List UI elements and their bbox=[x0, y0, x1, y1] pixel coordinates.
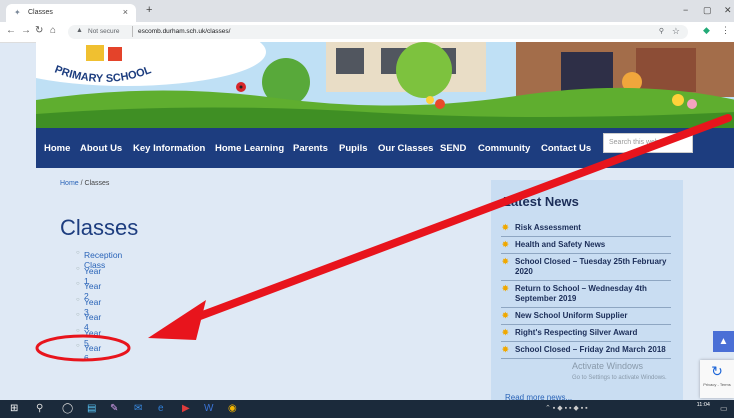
store-icon[interactable]: ▤ bbox=[87, 402, 96, 416]
news-item[interactable]: ✸ Return to School – Wednesday 4th Septem… bbox=[501, 281, 671, 308]
back-icon[interactable]: ← bbox=[6, 25, 16, 36]
word-icon[interactable]: W bbox=[204, 402, 213, 416]
browser-toolbar: ← → ↻ ⌂ ▲ Not secure escomb.durham.sch.u… bbox=[0, 22, 734, 43]
activate-windows-watermark: Activate Windows Go to Settings to activ… bbox=[572, 360, 667, 384]
news-item[interactable]: ✸ Health and Safety News bbox=[501, 237, 671, 254]
tab-close-icon[interactable]: × bbox=[123, 7, 128, 17]
sun-bullet-icon: ✸ bbox=[502, 240, 509, 249]
nav-pupils[interactable]: Pupils bbox=[339, 143, 368, 154]
forward-icon[interactable]: → bbox=[21, 25, 31, 36]
tab-title: Classes bbox=[28, 9, 53, 16]
nav-our-classes[interactable]: Our Classes bbox=[378, 143, 433, 154]
new-tab-button[interactable]: + bbox=[146, 4, 152, 16]
browser-tab-bar: ✦ Classes × + − ▢ ✕ bbox=[0, 0, 734, 22]
site-navigation: Home About Us Key Information Home Learn… bbox=[36, 128, 734, 168]
nav-community[interactable]: Community bbox=[478, 143, 530, 154]
bullet-icon: ○ bbox=[76, 312, 80, 318]
site-search-input[interactable]: Search this website bbox=[603, 133, 693, 153]
latest-news-heading: Latest News bbox=[503, 194, 579, 209]
bullet-icon: ○ bbox=[76, 327, 80, 334]
sun-bullet-icon: ✸ bbox=[502, 284, 509, 293]
home-icon[interactable]: ⌂ bbox=[50, 25, 56, 36]
task-view-icon[interactable]: ◯ bbox=[62, 402, 73, 416]
breadcrumb-current: Classes bbox=[84, 180, 110, 187]
minimize-icon[interactable]: − bbox=[683, 5, 688, 15]
site-favicon-icon: ✦ bbox=[14, 8, 21, 17]
sun-bullet-icon: ✸ bbox=[502, 223, 509, 232]
breadcrumb-home-link[interactable]: Home bbox=[60, 180, 79, 187]
address-bar[interactable]: ▲ Not secure escomb.durham.sch.uk/classe… bbox=[68, 25, 688, 39]
media-icon[interactable]: ▶ bbox=[182, 402, 190, 416]
mail-icon[interactable]: ✉ bbox=[134, 402, 142, 416]
system-tray-icon[interactable]: ⌃ ▪ ◆ ▪ ▪ ◆ ▪ ▪ bbox=[545, 402, 588, 416]
bullet-icon: ○ bbox=[76, 265, 80, 272]
bullet-icon: ○ bbox=[76, 250, 80, 256]
recaptcha-badge[interactable]: ↻ Privacy - Terms bbox=[700, 360, 734, 398]
svg-text:PRIMARY SCHOOL: PRIMARY SCHOOL bbox=[53, 64, 153, 85]
nav-about-us[interactable]: About Us bbox=[80, 143, 122, 154]
news-item[interactable]: ✸ School Closed – Friday 2nd March 2018 bbox=[501, 342, 671, 359]
windows-taskbar: ⊞ ⚲ ◯ ▤ ✎ ✉ e ▶ W ◉ ⌃ ▪ ◆ ▪ ▪ ◆ ▪ ▪ 11:0… bbox=[0, 400, 734, 418]
sun-bullet-icon: ✸ bbox=[502, 257, 509, 266]
news-list: ✸ Risk Assessment ✸ Health and Safety News… bbox=[501, 220, 671, 359]
news-item[interactable]: ✸ School Closed – Tuesday 25th February 2… bbox=[501, 254, 671, 281]
school-header-banner: PRIMARY SCHOOL bbox=[36, 42, 734, 128]
app-icon[interactable]: ✎ bbox=[110, 402, 118, 416]
taskbar-clock[interactable]: 11:04 bbox=[697, 402, 710, 409]
news-item[interactable]: ✸ New School Uniform Supplier bbox=[501, 308, 671, 325]
notifications-icon[interactable]: ▭ bbox=[720, 402, 728, 416]
page-title: Classes bbox=[60, 215, 139, 240]
reload-icon[interactable]: ↻ bbox=[35, 25, 43, 36]
sun-bullet-icon: ✸ bbox=[502, 311, 509, 320]
maximize-icon[interactable]: ▢ bbox=[703, 5, 712, 16]
browser-tab[interactable]: ✦ Classes × bbox=[6, 4, 136, 22]
recaptcha-privacy-terms[interactable]: Privacy - Terms bbox=[700, 382, 734, 387]
breadcrumb: Home / Classes bbox=[60, 180, 109, 187]
nav-home[interactable]: Home bbox=[44, 143, 70, 154]
window-close-icon[interactable]: ✕ bbox=[724, 5, 732, 16]
nav-contact-us[interactable]: Contact Us bbox=[541, 143, 591, 154]
nav-send[interactable]: SEND bbox=[440, 143, 466, 154]
search-icon[interactable]: ⚲ bbox=[36, 402, 43, 416]
activate-windows-title: Activate Windows bbox=[572, 361, 644, 371]
nav-parents[interactable]: Parents bbox=[293, 143, 328, 154]
address-divider bbox=[132, 26, 133, 37]
news-item[interactable]: ✸ Risk Assessment bbox=[501, 220, 671, 237]
nav-key-information[interactable]: Key Information bbox=[133, 143, 205, 154]
school-logo-text: PRIMARY SCHOOL bbox=[53, 64, 153, 85]
not-secure-label: Not secure bbox=[88, 28, 120, 35]
warning-icon: ▲ bbox=[76, 27, 83, 34]
nav-home-learning[interactable]: Home Learning bbox=[215, 143, 284, 154]
sun-bullet-icon: ✸ bbox=[502, 345, 509, 354]
url-text: escomb.durham.sch.uk/classes/ bbox=[138, 28, 231, 35]
sun-bullet-icon: ✸ bbox=[502, 328, 509, 337]
school-logo-arc: PRIMARY SCHOOL bbox=[53, 64, 153, 85]
zoom-icon[interactable]: ⚲ bbox=[659, 27, 664, 35]
browser-menu-icon[interactable]: ⋮ bbox=[721, 25, 730, 36]
bullet-icon: ○ bbox=[76, 296, 80, 303]
edge-icon[interactable]: e bbox=[158, 402, 164, 416]
bookmark-star-icon[interactable]: ☆ bbox=[672, 26, 680, 37]
windows-start-icon[interactable]: ⊞ bbox=[10, 402, 18, 416]
bullet-icon: ○ bbox=[76, 343, 80, 349]
activate-windows-subtitle: Go to Settings to activate Windows. bbox=[572, 375, 667, 381]
news-item[interactable]: ✸ Right's Respecting Silver Award bbox=[501, 325, 671, 342]
bullet-icon: ○ bbox=[76, 281, 80, 287]
extension-icon[interactable]: ◆ bbox=[703, 25, 710, 36]
recaptcha-icon: ↻ bbox=[711, 363, 723, 379]
scroll-to-top-button[interactable]: ▲ bbox=[713, 331, 734, 352]
chrome-icon[interactable]: ◉ bbox=[228, 402, 237, 416]
